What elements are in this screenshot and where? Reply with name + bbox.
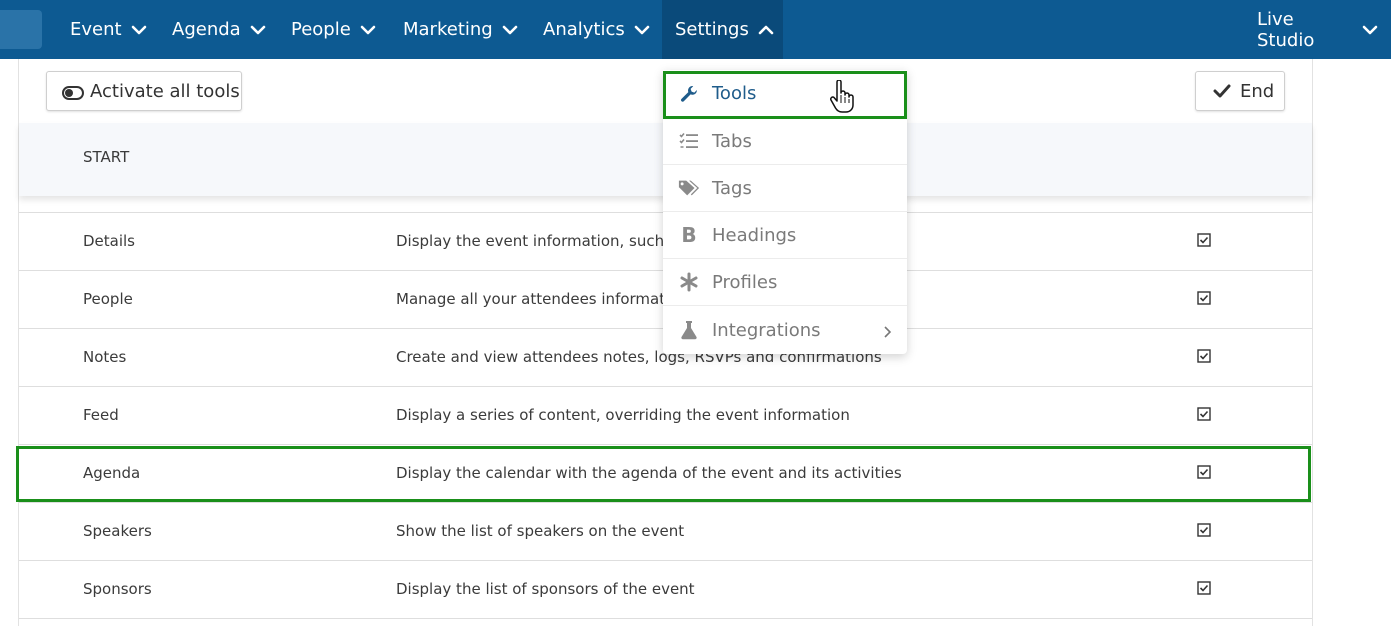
tool-name: Feed xyxy=(83,406,119,424)
tags-icon xyxy=(678,177,700,199)
wrench-icon xyxy=(678,83,700,105)
menu-item-tags[interactable]: Tags xyxy=(663,164,907,211)
menu-item-integrations[interactable]: Integrations xyxy=(663,305,907,354)
nav-item-marketing[interactable]: Marketing xyxy=(390,0,531,59)
nav-item-label: Settings xyxy=(675,19,749,40)
settings-dropdown-menu: Tools Tabs Tags B Headings Profiles Inte… xyxy=(663,70,907,354)
flask-icon xyxy=(678,319,700,341)
menu-item-headings[interactable]: B Headings xyxy=(663,211,907,258)
menu-item-label: Headings xyxy=(712,224,797,246)
checkbox-checked-icon[interactable] xyxy=(1197,581,1211,595)
chevron-down-icon xyxy=(1362,22,1378,38)
nav-item-event[interactable]: Event xyxy=(57,0,160,59)
nav-item-label: Agenda xyxy=(172,19,241,40)
chevron-right-icon xyxy=(882,323,892,338)
menu-item-label: Tabs xyxy=(712,130,752,152)
hand-pointer-cursor-icon xyxy=(828,79,856,114)
nav-item-settings[interactable]: Settings xyxy=(662,0,783,59)
activate-all-tools-label: Activate all tools xyxy=(90,80,240,102)
menu-item-tabs[interactable]: Tabs xyxy=(663,117,907,164)
asterisk-icon xyxy=(678,271,700,293)
nav-item-label: Marketing xyxy=(403,19,493,40)
section-label: START xyxy=(83,148,130,166)
toggle-icon xyxy=(62,84,84,100)
tool-name: People xyxy=(83,290,133,308)
nav-item-live-studio[interactable]: Live Studio xyxy=(1244,0,1391,59)
checkbox-checked-icon[interactable] xyxy=(1197,465,1211,479)
tool-name: Sponsors xyxy=(83,580,152,598)
tool-name: Details xyxy=(83,232,136,250)
chevron-down-icon xyxy=(360,22,376,38)
chevron-down-icon xyxy=(634,22,650,38)
table-row[interactable]: Speakers Show the list of speakers on th… xyxy=(19,502,1312,560)
table-row[interactable]: Feed Display a series of content, overri… xyxy=(19,386,1312,444)
table-row-divider xyxy=(19,618,1312,626)
nav-item-people[interactable]: People xyxy=(278,0,389,59)
chevron-up-icon xyxy=(758,22,774,38)
table-row[interactable]: Agenda Display the calendar with the age… xyxy=(19,444,1312,502)
nav-back-button[interactable] xyxy=(0,10,42,49)
checkbox-checked-icon[interactable] xyxy=(1197,523,1211,537)
tool-description: Display a series of content, overriding … xyxy=(396,406,850,424)
top-navbar: Event Agenda People Marketing Analytics … xyxy=(0,0,1391,59)
menu-item-profiles[interactable]: Profiles xyxy=(663,258,907,305)
end-button[interactable]: End xyxy=(1195,71,1285,111)
tool-description: Show the list of speakers on the event xyxy=(396,522,685,540)
tool-description: Display the calendar with the agenda of … xyxy=(396,464,902,482)
table-row[interactable]: Sponsors Display the list of sponsors of… xyxy=(19,560,1312,618)
menu-item-label: Tools xyxy=(712,83,757,104)
chevron-down-icon xyxy=(502,22,518,38)
bold-icon: B xyxy=(681,223,697,247)
tool-name: Agenda xyxy=(83,464,141,482)
nav-item-label: Live Studio xyxy=(1257,8,1315,51)
menu-item-label: Profiles xyxy=(712,271,778,293)
chevron-down-icon xyxy=(250,22,266,38)
tool-name: Speakers xyxy=(83,522,152,540)
tool-name: Notes xyxy=(83,348,127,366)
tool-description: Display the list of sponsors of the even… xyxy=(396,580,695,598)
checkbox-checked-icon[interactable] xyxy=(1197,349,1211,363)
nav-item-label: Event xyxy=(70,19,122,40)
menu-item-label: Integrations xyxy=(712,319,821,341)
end-label: End xyxy=(1240,80,1275,102)
chevron-down-icon xyxy=(131,22,147,38)
checkbox-checked-icon[interactable] xyxy=(1197,291,1211,305)
tool-description: Manage all your attendees information xyxy=(396,290,688,308)
tool-description: Display the event information, such as xyxy=(396,232,686,250)
menu-item-tools[interactable]: Tools xyxy=(663,70,907,117)
list-check-icon xyxy=(678,130,700,152)
menu-item-label: Tags xyxy=(712,177,752,199)
nav-item-label: Analytics xyxy=(543,19,625,40)
checkbox-checked-icon[interactable] xyxy=(1197,407,1211,421)
nav-item-analytics[interactable]: Analytics xyxy=(530,0,663,59)
check-icon xyxy=(1213,83,1231,99)
nav-item-label: People xyxy=(291,19,351,40)
checkbox-checked-icon[interactable] xyxy=(1197,233,1211,247)
activate-all-tools-button[interactable]: Activate all tools xyxy=(46,71,242,111)
nav-item-agenda[interactable]: Agenda xyxy=(159,0,279,59)
